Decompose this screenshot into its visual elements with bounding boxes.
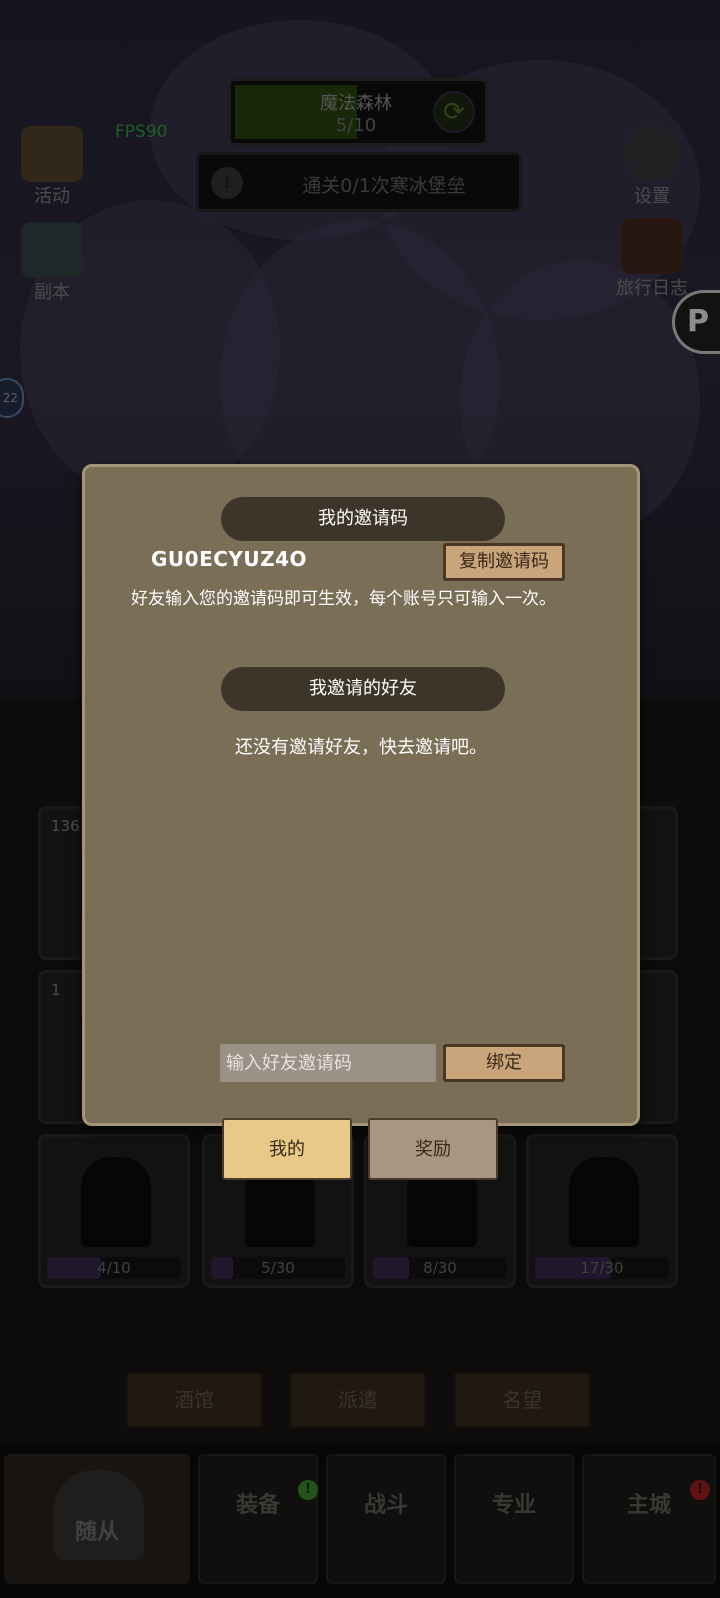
nav-equipment[interactable]: 装备 (198, 1454, 318, 1584)
follower-progress-text: 8/30 (423, 1259, 457, 1277)
quest-tracker[interactable]: ! 通关0/1次寒冰堡垒 (196, 152, 522, 212)
journal-button[interactable]: 旅行日志 (602, 218, 702, 300)
follower-count: 136 (51, 817, 80, 835)
follower-silhouette (81, 1157, 151, 1247)
portal-crystal-icon (21, 222, 83, 278)
my-invite-code-title: 我的邀请码 (221, 497, 505, 541)
nav-followers-label: 随从 (74, 1520, 119, 1545)
stage-progress-panel[interactable]: 魔法森林 5/10 ⟳ (228, 78, 488, 146)
quest-text: 通关0/1次寒冰堡垒 (302, 175, 466, 197)
tavern-tab[interactable]: 酒馆 (126, 1372, 262, 1428)
follower-silhouette (569, 1157, 639, 1247)
follower-progress-text: 17/30 (580, 1259, 624, 1277)
follower-progress-bar: 17/30 (535, 1257, 669, 1279)
copy-invite-code-button[interactable]: 复制邀请码 (443, 543, 565, 581)
empty-friends-text: 还没有邀请好友，快去邀请吧。 (235, 737, 487, 758)
bind-button[interactable]: 绑定 (443, 1044, 565, 1082)
nav-followers[interactable]: 随从 (4, 1454, 190, 1584)
activity-button[interactable]: 活动 (12, 126, 92, 208)
invite-code-value: GU0ECYUZ4O (151, 547, 308, 571)
follower-progress-text: 5/30 (261, 1259, 295, 1277)
city-alert-badge: ! (690, 1480, 710, 1500)
follower-card[interactable]: 17/30 (526, 1134, 678, 1288)
invited-friends-title: 我邀请的好友 (221, 667, 505, 711)
fame-tab[interactable]: 名望 (454, 1372, 590, 1428)
nav-battle[interactable]: 战斗 (326, 1454, 446, 1584)
nav-main-city[interactable]: 主城 (582, 1454, 716, 1584)
gear-icon (624, 126, 680, 182)
refresh-icon[interactable]: ⟳ (433, 91, 475, 133)
exclamation-icon: ! (211, 167, 243, 199)
settings-button[interactable]: 设置 (610, 126, 694, 208)
journal-book-icon (621, 218, 683, 274)
nav-profession[interactable]: 专业 (454, 1454, 574, 1584)
friend-invite-code-input[interactable] (220, 1044, 436, 1082)
tab-mine[interactable]: 我的 (222, 1118, 352, 1180)
follower-count: 1 (51, 981, 61, 999)
follower-progress-bar: 8/30 (373, 1257, 507, 1279)
follower-card[interactable]: 4/10 (38, 1134, 190, 1288)
invite-dialog: 我的邀请码 GU0ECYUZ4O 复制邀请码 好友输入您的邀请码即可生效，每个账… (82, 464, 640, 1126)
follower-progress-text: 4/10 (97, 1259, 131, 1277)
settings-label: 设置 (634, 186, 670, 207)
tab-reward[interactable]: 奖励 (368, 1118, 498, 1180)
invite-hint-text: 好友输入您的邀请码即可生效，每个账号只可输入一次。 (131, 589, 556, 609)
follower-progress-bar: 4/10 (47, 1257, 181, 1279)
equipment-alert-badge: ! (298, 1480, 318, 1500)
scroll-board-icon (21, 126, 83, 182)
fps-counter: FPS90 (115, 122, 168, 142)
dispatch-tab[interactable]: 派遣 (290, 1372, 426, 1428)
dungeon-button[interactable]: 副本 (12, 222, 92, 304)
dungeon-label: 副本 (34, 282, 70, 303)
follower-progress-bar: 5/30 (211, 1257, 345, 1279)
activity-label: 活动 (34, 186, 70, 207)
